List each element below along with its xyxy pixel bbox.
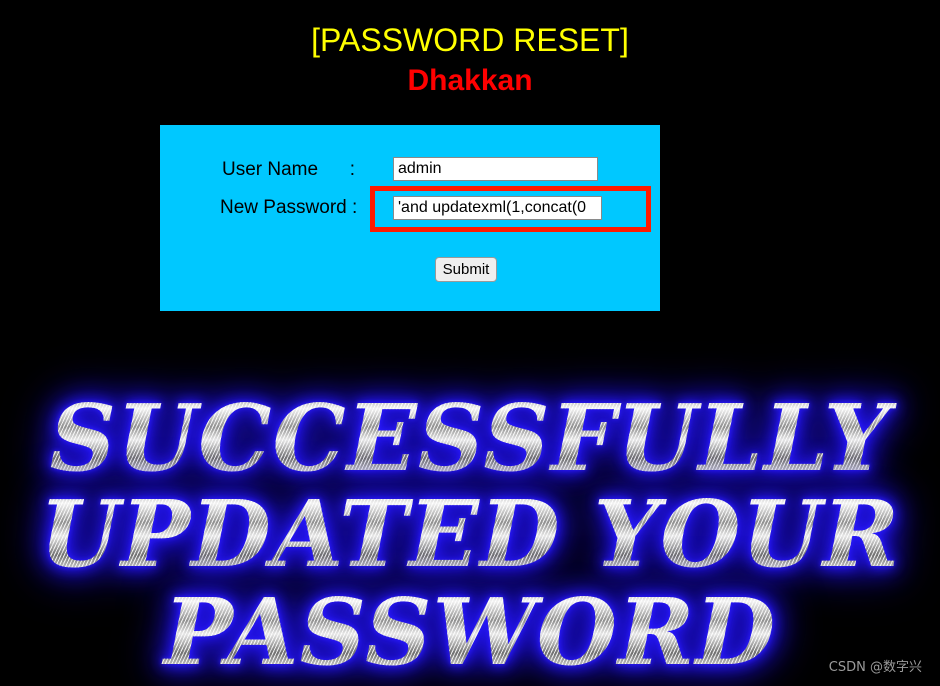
page-title: [PASSWORD RESET] xyxy=(311,22,629,58)
success-banner: SUCCESSFULLY UPDATED YOUR PASSWORD xyxy=(0,392,940,680)
success-banner-line-3: PASSWORD xyxy=(0,584,940,680)
username-row: User Name : xyxy=(160,156,660,184)
password-reset-form-panel: User Name : New Password : Submit xyxy=(160,125,660,311)
watermark: CSDN @数字兴 xyxy=(828,660,922,675)
password-row: New Password : xyxy=(160,194,660,222)
submit-button[interactable]: Submit xyxy=(435,257,497,282)
page-subtitle: Dhakkan xyxy=(407,64,533,97)
password-label: New Password : xyxy=(220,197,358,218)
new-password-input[interactable] xyxy=(393,196,602,220)
success-banner-line-2: UPDATED YOUR xyxy=(0,486,940,582)
username-label: User Name : xyxy=(222,159,356,180)
success-banner-line-1: SUCCESSFULLY xyxy=(0,392,940,484)
username-input[interactable] xyxy=(393,157,598,181)
page-header: [PASSWORD RESET] Dhakkan xyxy=(0,0,940,100)
